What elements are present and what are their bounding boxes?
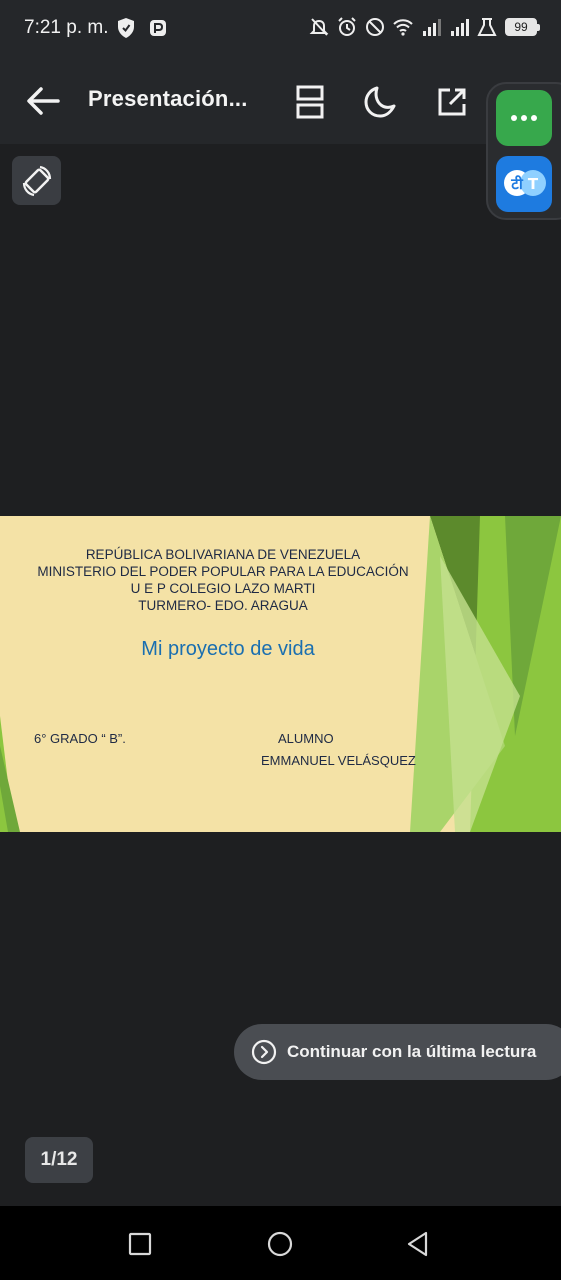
chat-bubble-button[interactable]	[496, 90, 552, 146]
battery-icon: 99	[505, 18, 540, 36]
continue-reading-button[interactable]: Continuar con la última lectura	[234, 1024, 561, 1080]
slide-header-line: TURMERO- EDO. ARAGUA	[138, 598, 308, 613]
night-mode-button[interactable]	[358, 80, 402, 124]
battery-level: 99	[514, 20, 528, 34]
translate-bubble-button[interactable]: टी T	[496, 156, 552, 212]
translate-glyph-right: T	[528, 175, 539, 193]
back-button[interactable]	[22, 80, 64, 122]
slide-header-line: U E P COLEGIO LAZO MARTI	[130, 581, 316, 596]
recents-icon	[128, 1232, 152, 1256]
signal-icon	[423, 19, 441, 36]
slide-student-label: ALUMNO	[278, 731, 334, 746]
more-dot	[521, 115, 527, 121]
open-external-icon	[438, 88, 466, 116]
open-external-button[interactable]	[430, 80, 474, 124]
navigation-bar	[0, 1206, 561, 1280]
signal-icon	[451, 19, 469, 36]
slide-student-name: EMMANUEL VELÁSQUEZ	[261, 753, 416, 768]
status-left-icons	[116, 17, 168, 39]
slide-header: REPÚBLICA BOLIVARIANA DE VENEZUELA MINIS…	[0, 546, 446, 614]
continue-reading-label: Continuar con la última lectura	[287, 1042, 537, 1061]
system-back-button[interactable]	[400, 1226, 436, 1262]
slide-header-line: MINISTERIO DEL PODER POPULAR PARA LA EDU…	[37, 564, 409, 579]
back-icon	[407, 1231, 428, 1257]
night-mode-icon	[364, 86, 396, 118]
presentation-slide[interactable]: REPÚBLICA BOLIVARIANA DE VENEZUELA MINIS…	[0, 516, 561, 832]
back-arrow-icon	[27, 87, 60, 115]
slide-grade: 6° GRADO “ B”.	[34, 731, 126, 746]
more-dot	[531, 115, 537, 121]
status-time: 7:21 p. m.	[24, 17, 109, 38]
do-not-disturb-icon	[366, 18, 384, 36]
app-notification-icon	[150, 20, 166, 36]
home-icon	[267, 1231, 293, 1257]
shield-icon	[118, 18, 134, 38]
slide-title: Mi proyecto de vida	[141, 638, 315, 660]
toolbar: Presentación...	[0, 56, 561, 144]
page-layout-icon	[296, 85, 324, 119]
status-right-icons: 99	[309, 16, 540, 38]
mute-icon	[309, 18, 329, 36]
chevron-circle-icon	[251, 1039, 277, 1065]
translate-icon: टी T	[504, 170, 546, 196]
more-dots-icon	[511, 115, 517, 121]
page-indicator: 1/12	[25, 1137, 93, 1183]
recents-button[interactable]	[122, 1226, 158, 1262]
home-button[interactable]	[262, 1226, 298, 1262]
page-layout-button[interactable]	[288, 80, 332, 124]
alarm-icon	[338, 17, 356, 36]
rotate-screen-button[interactable]	[12, 156, 61, 205]
slide-header-line: REPÚBLICA BOLIVARIANA DE VENEZUELA	[85, 547, 361, 562]
document-title: Presentación...	[88, 86, 248, 111]
translate-glyph-left: टी	[510, 175, 524, 193]
wifi-icon	[393, 19, 413, 36]
lab-icon	[477, 18, 497, 36]
status-bar: 7:21 p. m. 99	[0, 0, 561, 56]
screen-rotation-icon	[22, 165, 51, 196]
